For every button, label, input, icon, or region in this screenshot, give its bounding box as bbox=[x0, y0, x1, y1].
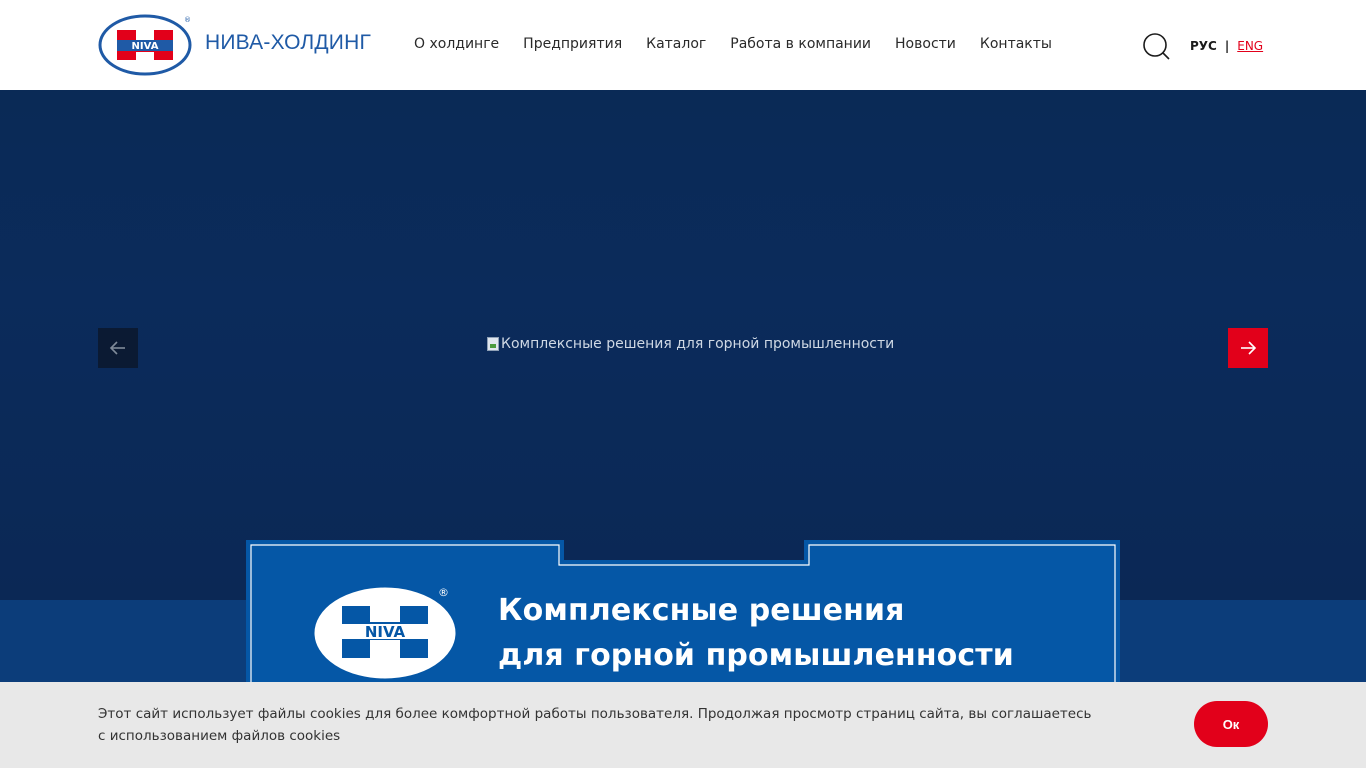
svg-text:®: ® bbox=[184, 16, 191, 24]
banner-title-line2: для горной промышленности bbox=[498, 638, 1014, 673]
svg-text:®: ® bbox=[438, 586, 449, 599]
hero-image: Комплексные решения для горной промышлен… bbox=[487, 336, 894, 352]
nav-item-enterprises[interactable]: Предприятия bbox=[523, 36, 622, 52]
arrow-left-icon bbox=[109, 341, 125, 355]
cookie-ok-button[interactable]: Ок bbox=[1194, 701, 1268, 747]
banner-title: Комплексные решения для горной промышлен… bbox=[498, 588, 1014, 678]
hero-image-alt: Комплексные решения для горной промышлен… bbox=[501, 336, 895, 352]
language-switcher: РУС | ENG bbox=[1190, 39, 1263, 53]
arrow-right-icon bbox=[1241, 341, 1257, 355]
slider-next-button[interactable] bbox=[1228, 328, 1268, 368]
banner-niva-logo: NIVA ® bbox=[312, 584, 462, 682]
banner-logo-text: NIVA bbox=[365, 623, 406, 641]
search-icon[interactable] bbox=[1141, 32, 1171, 62]
nav-item-about[interactable]: О холдинге bbox=[414, 36, 499, 52]
nav-item-catalog[interactable]: Каталог bbox=[646, 36, 706, 52]
lang-separator: | bbox=[1224, 39, 1230, 53]
cookie-text: Этот сайт использует файлы cookies для б… bbox=[98, 706, 1092, 744]
broken-image-icon bbox=[487, 337, 499, 351]
nav-item-news[interactable]: Новости bbox=[895, 36, 956, 52]
site-header: NIVA ® НИВА-ХОЛДИНГ О холдинге Предприят… bbox=[0, 0, 1366, 90]
nav-item-careers[interactable]: Работа в компании bbox=[730, 36, 871, 52]
nav-item-contacts[interactable]: Контакты bbox=[980, 36, 1052, 52]
lang-ru[interactable]: РУС bbox=[1190, 39, 1217, 53]
logo-text: NIVA bbox=[132, 41, 159, 52]
banner-title-line1: Комплексные решения bbox=[498, 593, 905, 628]
cookie-bar: Этот сайт использует файлы cookies для б… bbox=[0, 682, 1366, 768]
slider-prev-button[interactable] bbox=[98, 328, 138, 368]
brand-name[interactable]: НИВА-ХОЛДИНГ bbox=[205, 31, 371, 55]
lang-en[interactable]: ENG bbox=[1237, 39, 1263, 53]
main-nav: О холдинге Предприятия Каталог Работа в … bbox=[414, 36, 1076, 52]
niva-logo[interactable]: NIVA ® bbox=[98, 14, 193, 76]
